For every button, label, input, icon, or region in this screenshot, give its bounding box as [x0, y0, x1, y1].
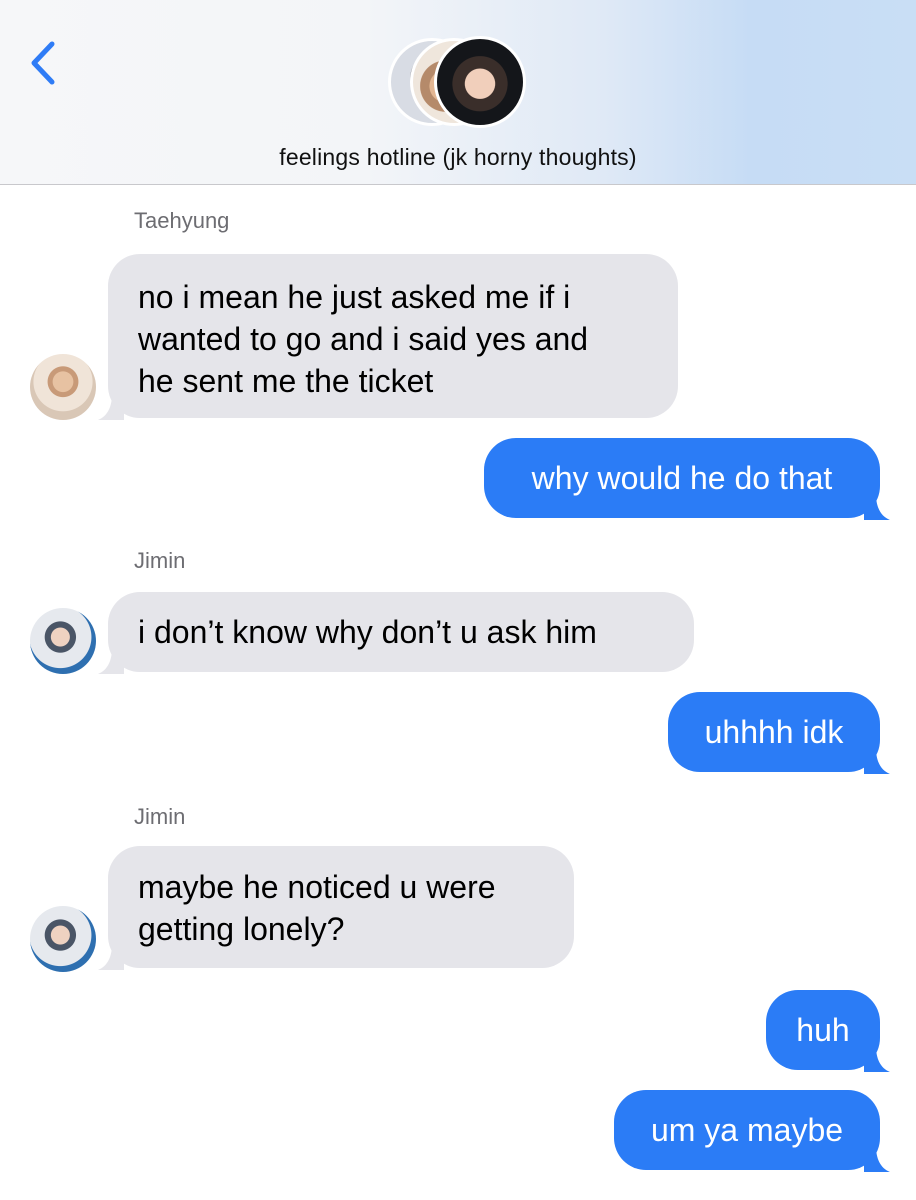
- message-line: he sent me the ticket: [138, 363, 434, 399]
- conversation-header: feelings hotline (jk horny thoughts): [0, 0, 916, 185]
- message-text: um ya maybe: [650, 1112, 844, 1148]
- message-line: i don’t know why don’t u ask him: [138, 614, 597, 650]
- message-line: maybe he noticed u were: [138, 869, 496, 905]
- group-title[interactable]: feelings hotline (jk horny thoughts): [0, 144, 916, 171]
- sender-name: Taehyung: [134, 208, 230, 233]
- message-text: uhhhh idk: [704, 714, 844, 750]
- avatar[interactable]: [30, 608, 96, 674]
- message-line: no i mean he just asked me if i: [138, 279, 571, 315]
- message-text: why would he do that: [531, 460, 833, 496]
- bubble-tail: [864, 748, 890, 774]
- bubble-tail: [864, 494, 890, 520]
- group-avatar-stack[interactable]: [388, 36, 528, 128]
- message-line: wanted to go and i said yes and: [138, 321, 589, 357]
- group-member-avatar: [434, 36, 526, 128]
- bubble-tail: [864, 1046, 890, 1072]
- message-bubble-incoming[interactable]: i don’t know why don’t u ask him: [98, 592, 694, 674]
- message-line: getting lonely?: [138, 911, 345, 947]
- bubble-tail: [98, 944, 124, 970]
- sender-name: Jimin: [134, 804, 186, 829]
- bubble-tail: [98, 394, 124, 420]
- avatar[interactable]: [30, 906, 96, 972]
- message-bubble-outgoing[interactable]: uhhhh idk: [668, 692, 890, 774]
- message-bubble-outgoing[interactable]: um ya maybe: [614, 1090, 890, 1172]
- back-button[interactable]: [22, 38, 66, 86]
- sender-name: Jimin: [134, 548, 186, 573]
- message-bubble-outgoing[interactable]: huh: [766, 990, 890, 1072]
- bubble-tail: [864, 1146, 890, 1172]
- message-text: huh: [796, 1012, 850, 1048]
- chevron-left-icon: [31, 41, 55, 85]
- message-bubble-outgoing[interactable]: why would he do that: [484, 438, 890, 520]
- avatar[interactable]: [30, 354, 96, 420]
- bubble-tail: [98, 648, 124, 674]
- message-bubble-incoming[interactable]: no i mean he just asked me if i wanted t…: [98, 254, 678, 420]
- message-bubble-incoming[interactable]: maybe he noticed u were getting lonely?: [98, 846, 574, 970]
